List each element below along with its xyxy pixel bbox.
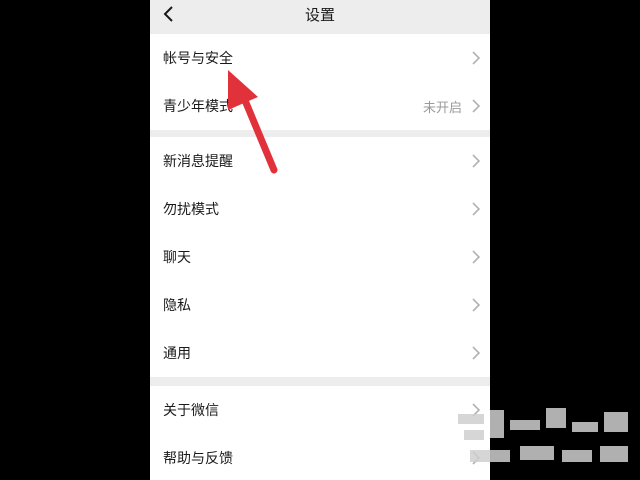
settings-item-account-security[interactable]: 帐号与安全 (150, 34, 490, 82)
settings-item-label: 帮助与反馈 (163, 451, 233, 467)
settings-item-label: 通用 (163, 346, 191, 362)
settings-item-privacy[interactable]: 隐私 (150, 281, 490, 329)
settings-item-label: 隐私 (163, 298, 191, 314)
watermark-logo (458, 408, 628, 462)
settings-item-do-not-disturb[interactable]: 勿扰模式 (150, 185, 490, 233)
settings-item-value: 未开启 (422, 101, 462, 116)
settings-item-label: 青少年模式 (163, 99, 233, 115)
page-title: 设置 (304, 6, 335, 24)
settings-item-chat[interactable]: 聊天 (150, 233, 490, 281)
chevron-right-icon (472, 202, 481, 216)
chevron-right-icon (472, 346, 481, 360)
settings-group-account: 帐号与安全 青少年模式 未开启 (150, 34, 490, 130)
settings-item-help-feedback[interactable]: 帮助与反馈 (150, 434, 490, 480)
chevron-right-icon (472, 250, 481, 264)
settings-item-new-message-alerts[interactable]: 新消息提醒 (150, 137, 490, 185)
chevron-right-icon (472, 298, 481, 312)
settings-item-teen-mode[interactable]: 青少年模式 未开启 (150, 82, 490, 130)
settings-item-label: 关于微信 (163, 403, 219, 419)
navigation-bar: 设置 (150, 0, 490, 30)
settings-item-general[interactable]: 通用 (150, 329, 490, 377)
settings-screen: 设置 帐号与安全 青少年模式 未开启 新消息提醒 勿扰模式 聊天 隐私 通用 关… (150, 0, 490, 480)
settings-group-about: 关于微信 帮助与反馈 (150, 386, 490, 480)
settings-group-main: 新消息提醒 勿扰模式 聊天 隐私 通用 (150, 137, 490, 377)
settings-item-about-wechat[interactable]: 关于微信 (150, 386, 490, 434)
settings-item-label: 勿扰模式 (163, 202, 219, 218)
settings-item-label: 聊天 (163, 250, 191, 266)
settings-item-label: 帐号与安全 (163, 51, 233, 67)
settings-item-label: 新消息提醒 (163, 154, 233, 170)
chevron-right-icon (472, 51, 481, 65)
chevron-right-icon (472, 99, 481, 113)
chevron-right-icon (472, 154, 481, 168)
